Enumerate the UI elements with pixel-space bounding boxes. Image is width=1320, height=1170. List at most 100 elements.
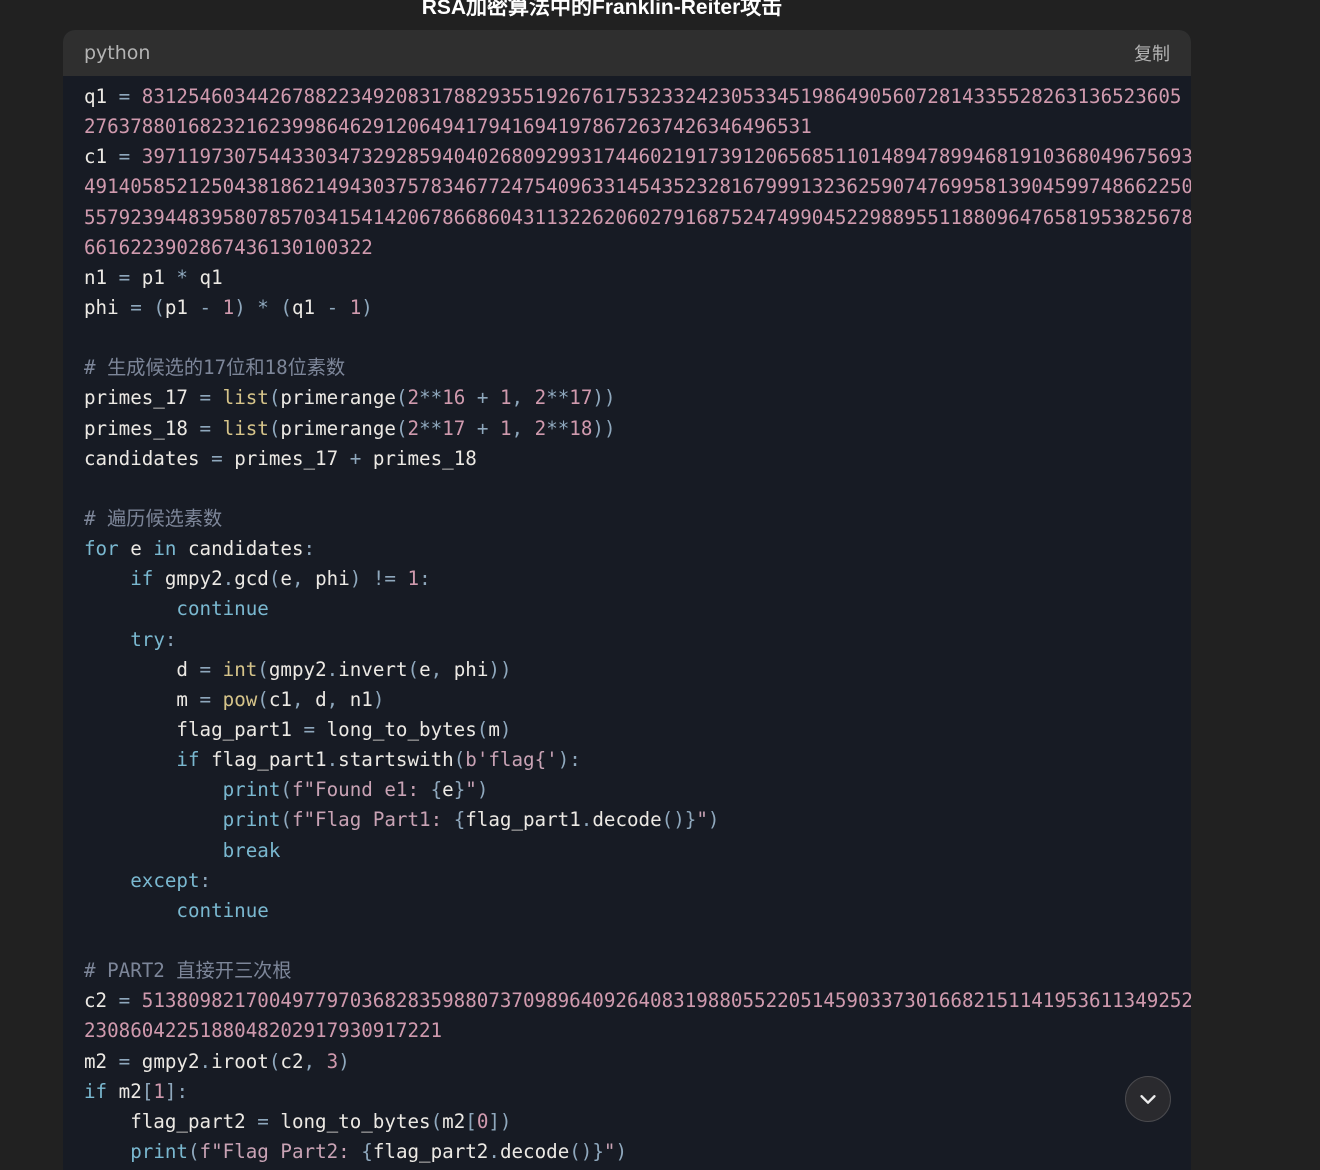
code-token: * [176, 265, 200, 289]
code-token: invert [338, 657, 408, 681]
code-token: = [118, 989, 142, 1013]
code-token: phi [84, 295, 131, 319]
code-token: ( [268, 1049, 281, 1073]
code-token: # 生成候选的17位和18位素数 [84, 356, 346, 380]
code-token: : [199, 868, 212, 892]
code-token: long_to_bytes [280, 1109, 431, 1133]
code-token: )) [592, 416, 616, 440]
code-token: pow [222, 687, 258, 711]
code-token: m [84, 687, 200, 711]
code-token: { [430, 778, 443, 802]
code-token: q1 [291, 295, 327, 319]
code-token: print [222, 808, 281, 832]
code-token: decode [592, 808, 662, 832]
code-token: , [511, 416, 535, 440]
scroll-to-bottom-button[interactable] [1125, 1076, 1171, 1122]
code-token: : [303, 537, 316, 561]
code-token: ( [395, 386, 408, 410]
code-token: 17 [569, 386, 593, 410]
code-token: p1 [164, 295, 200, 319]
code-line: for e in candidates: [84, 534, 1191, 564]
code-token: 4914058521250438186214943037578346772475… [84, 175, 1191, 199]
code-token: ) [476, 778, 489, 802]
code-token: 6616223902867436130100322 [84, 235, 373, 259]
code-token: 2 [534, 416, 547, 440]
code-token: gcd [234, 567, 269, 591]
code-token: 1 [153, 1079, 165, 1103]
chevron-down-icon [1140, 1095, 1156, 1104]
code-token: gmpy2 [268, 657, 327, 681]
code-token: ( [430, 1109, 443, 1133]
code-token: = [118, 265, 142, 289]
code-token: e [280, 567, 292, 591]
code-token: ( [268, 567, 281, 591]
code-token: ) * ( [234, 295, 292, 319]
code-line: m2 = gmpy2.iroot(c2, 3) [84, 1047, 1191, 1077]
code-token: ) [707, 808, 720, 832]
code-token: # 遍历候选素数 [84, 506, 223, 530]
code-token: ** [546, 386, 570, 410]
code-token: list [222, 416, 269, 440]
code-token: c2 [84, 989, 119, 1013]
code-token: = [199, 687, 223, 711]
code-token: decode [499, 1139, 570, 1163]
code-token: = [199, 416, 223, 440]
code-token: { [453, 808, 466, 832]
code-token: . [222, 567, 235, 591]
code-token: 1 [499, 386, 512, 410]
code-token: startswith [338, 748, 454, 772]
code-line: flag_part1 = long_to_bytes(m) [84, 715, 1191, 745]
code-token: ( [187, 1139, 200, 1163]
code-token: 2 [407, 386, 420, 410]
code-token: 5579239448395807857034154142067866860431… [84, 205, 1191, 229]
code-token: m [488, 717, 500, 741]
code-token: d [84, 657, 200, 681]
code-line: phi = (p1 - 1) * (q1 - 1) [84, 293, 1191, 323]
code-content: q1 = 83125460344267882234920831788293551… [63, 76, 1191, 1167]
code-token: ( [453, 748, 466, 772]
code-token: ( [268, 386, 281, 410]
code-language-label: python [84, 42, 151, 64]
code-token: primes_18 [84, 416, 200, 440]
code-token: ) != [349, 567, 408, 591]
code-token: , [303, 1049, 327, 1073]
code-token: = [199, 657, 223, 681]
code-line: break [84, 836, 1191, 866]
code-token: flag_part2 [372, 1139, 489, 1163]
code-token: primes_18 [372, 446, 477, 470]
code-token: [ [141, 1079, 154, 1103]
code-token: 2763788016823216239986462912064941794169… [84, 115, 812, 139]
code-token: in [153, 537, 188, 561]
code-token: ( [280, 778, 292, 802]
code-token: m2 [118, 1079, 142, 1103]
code-token: , [326, 687, 350, 711]
code-token: ** [419, 386, 443, 410]
code-token: + [476, 386, 500, 410]
code-token: candidates [187, 537, 304, 561]
code-token: for [84, 537, 131, 561]
code-line: try: [84, 625, 1191, 655]
code-token: . [326, 657, 339, 681]
code-token: long_to_bytes [326, 717, 477, 741]
code-line: 6616223902867436130100322 [84, 233, 1191, 263]
code-token: - [199, 295, 223, 319]
code-token: gmpy2 [164, 567, 223, 591]
code-token: + [349, 446, 373, 470]
code-line: # PART2 直接开三次根 [84, 956, 1191, 986]
code-token: q1 [84, 85, 119, 108]
code-token: m2 [84, 1049, 119, 1073]
code-token: c2 [280, 1049, 304, 1073]
code-token: if [84, 1079, 119, 1103]
code-token: . [199, 1049, 212, 1073]
code-token: " [696, 808, 708, 832]
copy-code-button[interactable]: 复制 [1134, 40, 1170, 66]
code-token: " [603, 1139, 616, 1163]
code-token: , [430, 657, 454, 681]
code-line: print(f"Flag Part1: {flag_part1.decode()… [84, 805, 1191, 835]
code-token: ()} [569, 1139, 604, 1163]
code-token: , [291, 687, 316, 711]
